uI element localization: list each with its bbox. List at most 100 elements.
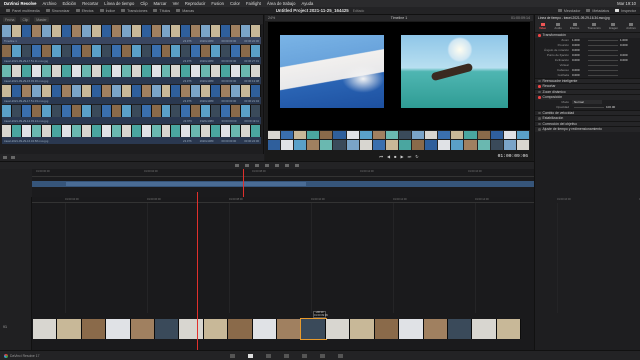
opacity-slider[interactable] [574, 106, 604, 108]
timeline-clip-frame[interactable] [81, 319, 107, 339]
menu-fusion[interactable]: Fusion [211, 1, 224, 6]
selection-tool-icon[interactable] [235, 164, 239, 167]
loop-icon[interactable]: ↻ [415, 154, 418, 159]
timeline-ruler[interactable]: 01:00:04:00 01:00:06:00 01:00:08:00 01:00:1… [32, 197, 640, 203]
opacity-value[interactable]: 100.00 [606, 105, 620, 109]
edit-page-icon[interactable] [266, 353, 271, 358]
timeline-clip-frame[interactable] [300, 318, 327, 340]
timeline-clip-frame[interactable] [203, 319, 229, 339]
menu-recortar[interactable]: Recortar [82, 1, 98, 6]
inspector-button[interactable]: Inspector [615, 9, 636, 13]
enable-dot-icon[interactable] [538, 117, 541, 120]
pool-filter-master[interactable]: Master [34, 17, 49, 22]
media-pool-button[interactable]: Panel multimedia [6, 9, 40, 13]
menu-color[interactable]: Color [230, 1, 240, 6]
menu-ayuda[interactable]: Ayuda [302, 1, 314, 6]
property-value-y[interactable]: 0.000 [620, 58, 634, 62]
timeline-clip-frame[interactable] [179, 319, 204, 339]
overview-playhead[interactable] [243, 169, 244, 197]
menu-edicion[interactable]: Edición [62, 1, 76, 6]
media-bin-item[interactable]: travel-2021-09-29-17.51.03.mov.jpg 23.976… [2, 85, 261, 104]
menu-archivo[interactable]: Archivo [43, 1, 57, 6]
index-button[interactable]: Índice [99, 9, 115, 13]
play-icon[interactable]: ▶ [401, 154, 404, 159]
tab-file[interactable]: Archivo [626, 23, 636, 30]
property-value-y[interactable]: 0.000 [620, 53, 634, 57]
enable-dot-icon[interactable] [538, 122, 541, 125]
media-bin-item[interactable]: travel-2021-09-29-12.03.24.mov.jpg 23.976… [2, 105, 261, 124]
property-slider[interactable] [588, 74, 618, 76]
tab-video[interactable]: Video [539, 23, 546, 30]
sync-button[interactable]: Sincronizar [45, 9, 70, 13]
menu-fairlight[interactable]: Fairlight [246, 1, 261, 6]
step-back-icon[interactable]: ◀ [387, 154, 390, 159]
menu-ver[interactable]: Ver [173, 1, 179, 6]
property-slider[interactable] [588, 69, 618, 71]
timeline-clip-frame[interactable] [277, 319, 302, 339]
property-value-x[interactable]: 0.000 [572, 53, 586, 57]
link-icon[interactable] [295, 164, 299, 167]
viewer-timeline-name[interactable]: Timeline 1 [391, 16, 407, 20]
timeline-clip-frame[interactable] [106, 319, 131, 339]
tab-effects[interactable]: Efectos [570, 23, 579, 30]
effects-button[interactable]: Efectos [75, 9, 94, 13]
markers-button[interactable]: Marcas [176, 9, 194, 13]
go-to-start-icon[interactable]: ⏮ [379, 154, 383, 159]
timeline-overview[interactable]: 01:00:00:00 01:00:04:00 01:00:08:00 01:00:1… [0, 169, 534, 197]
property-value-x[interactable]: 0.000 [572, 73, 586, 77]
overwrite-clip-icon[interactable] [275, 164, 279, 167]
overview-ruler[interactable]: 01:00:00:00 01:00:04:00 01:00:08:00 01:00:1… [32, 169, 534, 177]
go-to-end-icon[interactable]: ⏭ [408, 154, 412, 159]
timeline-clip-frame[interactable] [130, 319, 156, 339]
timeline-clip-frame[interactable] [423, 319, 448, 339]
track-v1-label[interactable]: V1 [3, 325, 7, 329]
menu-reproducir[interactable]: Reproducir [185, 1, 205, 6]
property-value-y[interactable]: 0.000 [620, 43, 634, 47]
list-view-icon[interactable] [3, 156, 7, 159]
color-page-icon[interactable] [302, 353, 307, 358]
property-slider[interactable] [588, 39, 618, 41]
timeline-clip-frame[interactable] [57, 319, 82, 339]
timeline-clip-frame[interactable] [350, 319, 375, 339]
section-retime-scaling[interactable]: Ajuste de tiempo y redimensionamiento [535, 126, 640, 132]
trim-tool-icon[interactable] [245, 164, 249, 167]
stop-icon[interactable]: ■ [394, 154, 396, 159]
fusion-page-icon[interactable] [284, 353, 289, 358]
mixer-button[interactable]: Mezclador [557, 9, 580, 13]
timeline-clip-frame[interactable] [228, 319, 253, 339]
enable-dot-icon[interactable] [538, 79, 541, 82]
menu-marcar[interactable]: Marcar [154, 1, 167, 6]
property-value-x[interactable]: 0.000 [572, 43, 586, 47]
property-value-y[interactable]: 1.000 [620, 38, 634, 42]
timeline-clip-frame[interactable] [33, 319, 58, 339]
media-bin-item[interactable]: travel-2021-09-29-15.03.36.mov.jpg 23.976… [2, 65, 261, 84]
media-bin-item[interactable]: travel-2021-09-29-17.51.11.mov.jpg 23.976… [2, 45, 261, 64]
property-value-x[interactable]: 0.000 [572, 58, 586, 62]
enable-dot-icon[interactable] [538, 90, 541, 93]
tab-image[interactable]: Imagen [609, 23, 618, 30]
enable-dot-icon[interactable] [538, 128, 541, 131]
enable-dot-icon[interactable] [538, 111, 541, 114]
fairlight-page-icon[interactable] [320, 353, 325, 358]
timeline-clip-frame[interactable] [447, 319, 473, 339]
thumbnail-view-icon[interactable] [11, 156, 15, 159]
property-slider[interactable] [588, 59, 618, 61]
playhead[interactable] [197, 192, 198, 350]
video-track-v1[interactable] [33, 318, 522, 340]
snapping-icon[interactable] [285, 164, 289, 167]
timeline-clip-frame[interactable] [325, 319, 351, 339]
timeline-clip-frame[interactable] [399, 319, 424, 339]
property-value-x[interactable]: 0.000 [572, 68, 586, 72]
viewer-screen[interactable] [268, 22, 530, 130]
property-slider[interactable] [588, 64, 618, 66]
overview-clip-block[interactable] [66, 182, 306, 186]
property-slider[interactable] [588, 54, 618, 56]
pool-filter-date[interactable]: Fecha [3, 17, 17, 22]
media-page-icon[interactable] [230, 353, 235, 358]
blade-tool-icon[interactable] [255, 164, 259, 167]
timeline-clip-frame[interactable] [155, 319, 180, 339]
titles-button[interactable]: Títulos [153, 9, 170, 13]
app-menu[interactable]: DaVinci Resolve [4, 1, 37, 6]
metadata-button[interactable]: Metadatos [586, 9, 609, 13]
enable-dot-icon[interactable] [538, 34, 541, 37]
